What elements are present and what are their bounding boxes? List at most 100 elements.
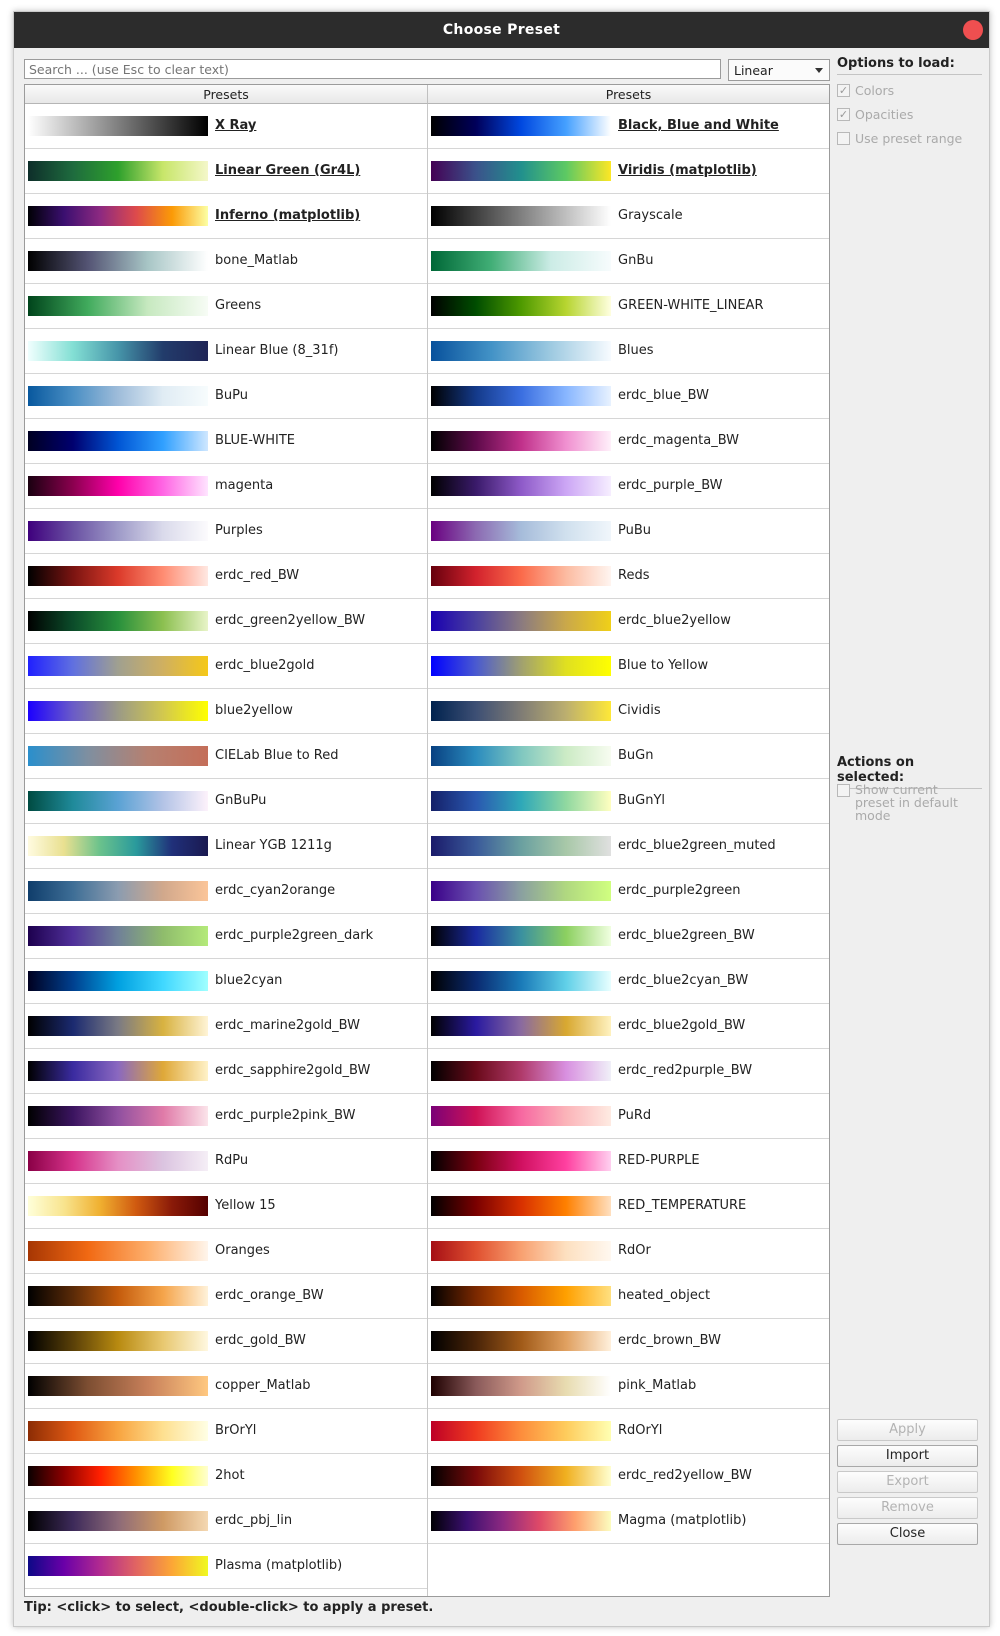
column-header-right[interactable]: Presets (428, 85, 829, 104)
preset-row[interactable]: erdc_blue2gold_BW (428, 1004, 829, 1049)
colormap-swatch (431, 251, 611, 271)
colormap-swatch (28, 341, 208, 361)
preset-name: RED_TEMPERATURE (618, 1198, 747, 1213)
preset-row[interactable]: Linear YGB 1211g (25, 824, 427, 869)
preset-row[interactable]: erdc_gold_BW (25, 1319, 427, 1364)
colormap-swatch (28, 476, 208, 496)
preset-row[interactable]: erdc_blue2green_muted (428, 824, 829, 869)
preset-row[interactable]: Plasma (matplotlib) (25, 1544, 427, 1589)
colormap-swatch (431, 791, 611, 811)
export-button[interactable]: Export (837, 1471, 978, 1493)
preset-row[interactable]: Black, Blue and White (428, 104, 829, 149)
preset-row[interactable]: erdc_magenta_BW (428, 419, 829, 464)
preset-row[interactable]: Oranges (25, 1229, 427, 1274)
preset-row[interactable]: GREEN-WHITE_LINEAR (428, 284, 829, 329)
preset-row[interactable]: RED_TEMPERATURE (428, 1184, 829, 1229)
preset-row[interactable]: blue2yellow (25, 689, 427, 734)
preset-name: erdc_magenta_BW (618, 433, 740, 448)
preset-row[interactable]: erdc_marine2gold_BW (25, 1004, 427, 1049)
colormap-swatch (28, 386, 208, 406)
remove-button[interactable]: Remove (837, 1497, 978, 1519)
close-button[interactable]: Close (837, 1523, 978, 1545)
preset-row[interactable]: RdPu (25, 1139, 427, 1184)
opacities-checkbox[interactable]: ✓ Opacities (837, 107, 913, 122)
preset-row[interactable]: erdc_red2purple_BW (428, 1049, 829, 1094)
preset-row[interactable]: erdc_red_BW (25, 554, 427, 599)
preset-row[interactable]: erdc_purple2pink_BW (25, 1094, 427, 1139)
preset-row[interactable]: PuBu (428, 509, 829, 554)
presets-table[interactable]: Presets Presets X Ray Linear Green (Gr4L)… (24, 84, 830, 1597)
preset-row[interactable]: Reds (428, 554, 829, 599)
preset-row[interactable]: magenta (25, 464, 427, 509)
preset-row[interactable]: Purples (25, 509, 427, 554)
preset-row[interactable]: Magma (matplotlib) (428, 1499, 829, 1544)
preset-name: erdc_blue2green_muted (618, 838, 776, 853)
show-current-preset-checkbox[interactable]: Show current preset in default mode (837, 783, 977, 822)
apply-button[interactable]: Apply (837, 1419, 978, 1441)
preset-name: erdc_cyan2orange (215, 883, 336, 898)
preset-row[interactable]: BuGnYl (428, 779, 829, 824)
preset-row[interactable]: heated_object (428, 1274, 829, 1319)
preset-row[interactable]: GnBu (428, 239, 829, 284)
use-preset-range-checkbox[interactable]: Use preset range (837, 131, 962, 146)
preset-row[interactable]: 2hot (25, 1454, 427, 1499)
preset-row[interactable]: RdOrYl (428, 1409, 829, 1454)
preset-row[interactable]: pink_Matlab (428, 1364, 829, 1409)
preset-row[interactable]: erdc_sapphire2gold_BW (25, 1049, 427, 1094)
preset-name: erdc_red2purple_BW (618, 1063, 753, 1078)
preset-row[interactable]: Blues (428, 329, 829, 374)
colormap-swatch (431, 1331, 611, 1351)
preset-row[interactable]: RdOr (428, 1229, 829, 1274)
preset-row[interactable]: erdc_cyan2orange (25, 869, 427, 914)
preset-row[interactable]: RED-PURPLE (428, 1139, 829, 1184)
preset-row[interactable]: Linear Blue (8_31f) (25, 329, 427, 374)
preset-row[interactable]: Inferno (matplotlib) (25, 194, 427, 239)
preset-row[interactable]: erdc_blue2gold (25, 644, 427, 689)
preset-row[interactable]: erdc_orange_BW (25, 1274, 427, 1319)
colormap-swatch (28, 926, 208, 946)
preset-row[interactable]: erdc_pbj_lin (25, 1499, 427, 1544)
close-window-button[interactable] (963, 20, 983, 40)
preset-row[interactable]: copper_Matlab (25, 1364, 427, 1409)
preset-row[interactable]: BLUE-WHITE (25, 419, 427, 464)
mode-dropdown[interactable]: Linear (728, 59, 830, 81)
preset-row[interactable]: GnBuPu (25, 779, 427, 824)
preset-row[interactable]: erdc_blue2green_BW (428, 914, 829, 959)
preset-row[interactable]: erdc_purple2green (428, 869, 829, 914)
preset-row[interactable]: Greens (25, 284, 427, 329)
preset-row[interactable]: BuPu (25, 374, 427, 419)
preset-name: Oranges (215, 1243, 270, 1258)
preset-row[interactable]: X Ray (25, 104, 427, 149)
preset-name: erdc_blue2gold_BW (618, 1018, 746, 1033)
preset-name: Greens (215, 298, 262, 313)
preset-row[interactable]: Blue to Yellow (428, 644, 829, 689)
search-input[interactable] (24, 59, 721, 79)
preset-row[interactable]: CIELab Blue to Red (25, 734, 427, 779)
preset-row[interactable]: BuGn (428, 734, 829, 779)
colormap-swatch (431, 521, 611, 541)
preset-row[interactable]: BrOrYl (25, 1409, 427, 1454)
preset-row[interactable]: Grayscale (428, 194, 829, 239)
preset-row[interactable]: erdc_brown_BW (428, 1319, 829, 1364)
column-header-left[interactable]: Presets (25, 85, 428, 104)
use-preset-range-label: Use preset range (855, 131, 963, 146)
preset-row[interactable]: erdc_purple_BW (428, 464, 829, 509)
preset-row[interactable]: Cividis (428, 689, 829, 734)
preset-row[interactable]: erdc_blue2cyan_BW (428, 959, 829, 1004)
preset-row[interactable]: PuRd (428, 1094, 829, 1139)
colormap-swatch (431, 1376, 611, 1396)
preset-row[interactable]: erdc_blue_BW (428, 374, 829, 419)
preset-row[interactable]: erdc_blue2yellow (428, 599, 829, 644)
preset-row[interactable]: erdc_green2yellow_BW (25, 599, 427, 644)
preset-row[interactable]: blue2cyan (25, 959, 427, 1004)
preset-row[interactable]: erdc_red2yellow_BW (428, 1454, 829, 1499)
preset-row[interactable]: Linear Green (Gr4L) (25, 149, 427, 194)
preset-row[interactable]: bone_Matlab (25, 239, 427, 284)
preset-row[interactable]: Viridis (matplotlib) (428, 149, 829, 194)
preset-row[interactable]: Yellow 15 (25, 1184, 427, 1229)
preset-row[interactable]: erdc_purple2green_dark (25, 914, 427, 959)
colors-checkbox[interactable]: ✓ Colors (837, 83, 894, 98)
import-button[interactable]: Import (837, 1445, 978, 1467)
preset-name: BLUE-WHITE (215, 433, 296, 448)
colormap-swatch (28, 1286, 208, 1306)
